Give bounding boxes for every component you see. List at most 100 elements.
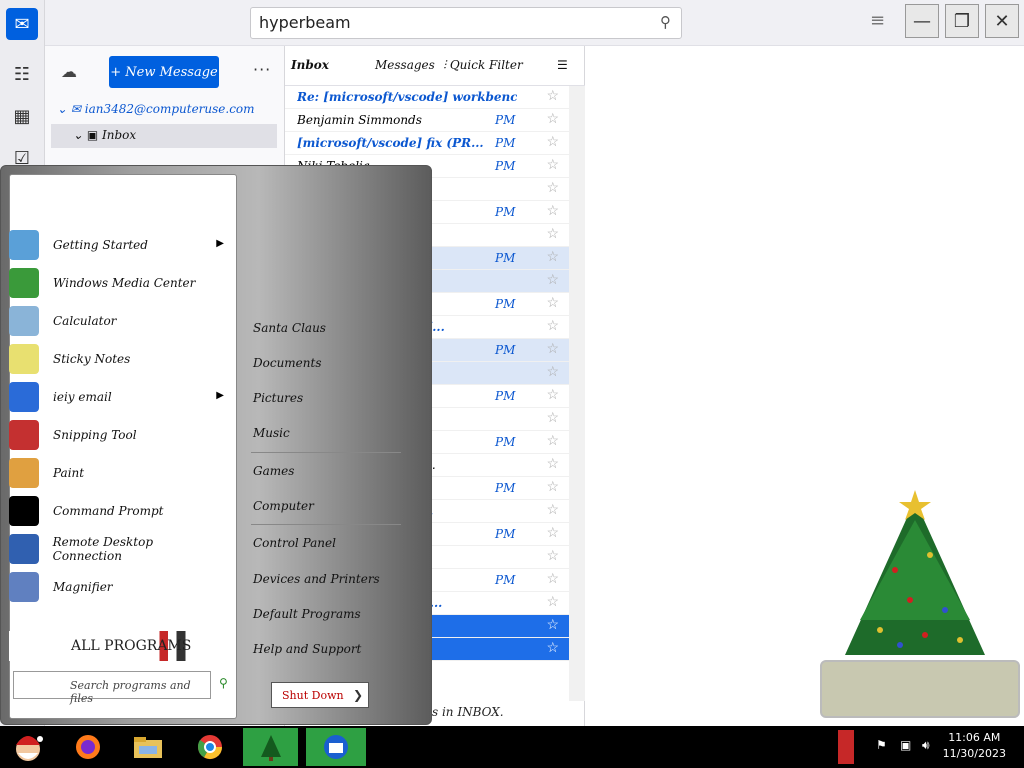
program-label: Windows Media Center	[53, 276, 196, 290]
separator	[251, 452, 401, 453]
star-icon[interactable]: ☆	[546, 226, 559, 242]
program-item[interactable]: ieiy email ▶	[9, 380, 224, 414]
more-icon[interactable]: ···	[253, 60, 271, 79]
start-search-input[interactable]: Search programs and files	[13, 671, 211, 705]
search-icon[interactable]: ⚲	[219, 676, 228, 690]
volume-icon[interactable]: 🔊︎	[922, 738, 930, 753]
star-icon[interactable]: ☆	[546, 134, 559, 150]
start-link[interactable]: Default Programs	[253, 607, 361, 621]
message-row[interactable]: Re: [microsoft/vscode] workbench editor.…	[285, 86, 569, 109]
star-icon[interactable]: ☆	[546, 111, 559, 127]
program-item[interactable]: Snipping Tool	[9, 418, 224, 452]
folder-inbox[interactable]: ⌄ ▣ Inbox	[51, 124, 277, 148]
star-icon[interactable]: ☆	[546, 341, 559, 357]
program-label: Getting Started	[53, 238, 148, 252]
search-input[interactable]: hyperbeam	[250, 7, 682, 39]
start-link[interactable]: Santa Claus	[253, 321, 326, 335]
start-link[interactable]: Computer	[253, 499, 314, 513]
start-link[interactable]: Devices and Printers	[253, 572, 380, 586]
inbox-label: Inbox	[102, 128, 137, 142]
start-link[interactable]: Documents	[253, 356, 321, 370]
program-item[interactable]: Magnifier	[9, 570, 224, 604]
close-button[interactable]: ✕	[985, 4, 1019, 38]
thunderbird-task-icon[interactable]	[306, 728, 366, 766]
program-item[interactable]: Calculator	[9, 304, 224, 338]
start-button[interactable]	[4, 728, 52, 766]
display-options-icon[interactable]: ☰	[557, 58, 568, 72]
get-messages-icon[interactable]: ☁	[61, 62, 77, 81]
star-icon[interactable]: ☆	[546, 180, 559, 196]
submenu-arrow-icon: ▶	[216, 390, 224, 401]
star-icon[interactable]: ☆	[546, 525, 559, 541]
start-link[interactable]: Games	[253, 464, 294, 478]
app-menu-icon[interactable]: ≡	[870, 10, 885, 31]
star-icon[interactable]: ☆	[546, 157, 559, 173]
message-date: PM	[495, 481, 516, 495]
calendar-icon[interactable]: ▦	[6, 100, 38, 132]
search-icon[interactable]: ⚲	[660, 13, 671, 31]
separator	[251, 524, 401, 525]
snipping-tool-icon	[9, 420, 39, 450]
program-item[interactable]: Sticky Notes	[9, 342, 224, 376]
new-message-button[interactable]: + New Message	[109, 56, 219, 88]
message-date: PM	[495, 159, 516, 173]
star-icon[interactable]: ☆	[546, 88, 559, 104]
account-item[interactable]: ⌄ ✉ ian3482@computeruse.com	[57, 102, 255, 116]
star-icon[interactable]: ☆	[546, 456, 559, 472]
star-icon[interactable]: ☆	[546, 318, 559, 334]
command-prompt-icon	[9, 496, 39, 526]
star-icon[interactable]: ☆	[546, 364, 559, 380]
folder-name: Inbox	[291, 58, 329, 72]
message-row[interactable]: Benjamin Simmonds PM ☆	[285, 109, 569, 132]
star-icon[interactable]: ☆	[546, 479, 559, 495]
address-book-icon[interactable]: ☷	[6, 58, 38, 90]
star-icon[interactable]: ☆	[546, 249, 559, 265]
star-icon[interactable]: ☆	[546, 387, 559, 403]
all-programs-label: ALL PROGRAMS	[71, 638, 192, 654]
star-icon[interactable]: ☆	[546, 502, 559, 518]
christmas-tree-task-icon[interactable]	[243, 728, 298, 766]
program-item[interactable]: Command Prompt	[9, 494, 224, 528]
program-label: Snipping Tool	[53, 428, 137, 442]
star-icon[interactable]: ☆	[546, 433, 559, 449]
start-link[interactable]: Control Panel	[253, 536, 336, 550]
start-link[interactable]: Music	[253, 426, 290, 440]
shutdown-options-icon[interactable]: ❯	[353, 688, 363, 702]
star-icon[interactable]: ☆	[546, 410, 559, 426]
star-icon[interactable]: ☆	[546, 272, 559, 288]
start-link[interactable]: Help and Support	[253, 642, 361, 656]
clock-time: 11:06 AM	[948, 731, 1001, 744]
tray-flag-icon[interactable]: ⚑	[876, 738, 887, 752]
quick-filter-button[interactable]: ⫶ Quick Filter	[443, 58, 523, 73]
thread-scrollbar[interactable]	[569, 86, 585, 701]
star-icon[interactable]: ☆	[546, 640, 559, 656]
message-date: PM	[495, 435, 516, 449]
calculator-icon	[9, 306, 39, 336]
message-row[interactable]: [microsoft/vscode] fix (PR... PM ☆	[285, 132, 569, 155]
start-link[interactable]: Pictures	[253, 391, 303, 405]
firefox-icon[interactable]	[70, 728, 106, 766]
star-icon[interactable]: ☆	[546, 571, 559, 587]
clock-date: 11/30/2023	[942, 747, 1006, 760]
star-icon[interactable]: ☆	[546, 548, 559, 564]
star-icon[interactable]: ☆	[546, 594, 559, 610]
program-item[interactable]: Paint	[9, 456, 224, 490]
network-icon[interactable]: ▣	[900, 738, 911, 752]
program-item[interactable]: Remote Desktop Connection	[9, 532, 224, 566]
file-explorer-icon[interactable]	[130, 728, 166, 766]
message-date: PM	[495, 527, 516, 541]
taskbar-clock[interactable]: 11:06 AM 11/30/2023	[943, 730, 1006, 762]
star-icon[interactable]: ☆	[546, 295, 559, 311]
tray-notification-icon[interactable]	[838, 730, 854, 764]
star-icon[interactable]: ☆	[546, 617, 559, 633]
chrome-icon[interactable]	[192, 728, 228, 766]
program-item[interactable]: Getting Started ▶	[9, 228, 224, 262]
restore-button[interactable]: ❐	[945, 4, 979, 38]
all-programs-button[interactable]: ALL PROGRAMS	[9, 631, 224, 661]
minimize-button[interactable]: —	[905, 4, 939, 38]
message-date: PM	[495, 205, 516, 219]
mail-space-icon[interactable]: ✉	[6, 8, 38, 40]
program-label: Paint	[53, 466, 85, 480]
program-item[interactable]: Windows Media Center	[9, 266, 224, 300]
star-icon[interactable]: ☆	[546, 203, 559, 219]
